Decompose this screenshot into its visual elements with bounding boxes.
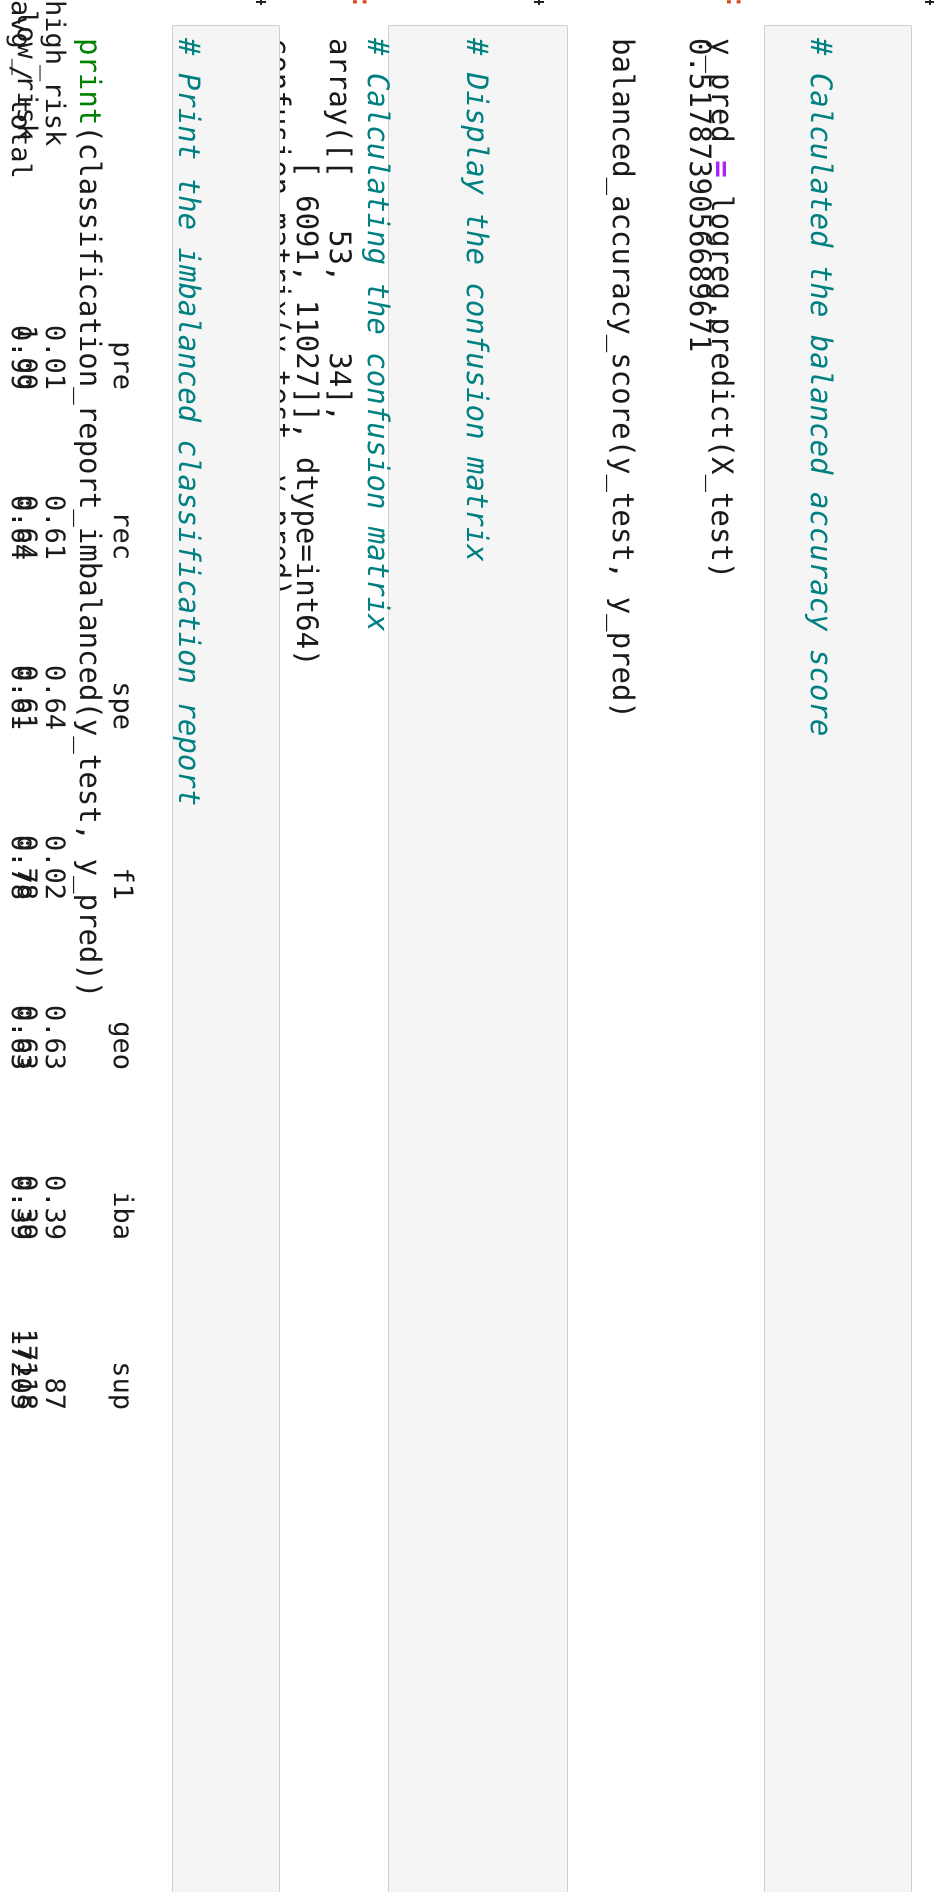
code-line: balanced_accuracy_score(y_test, y_pred) [606,38,640,1892]
code-text: balanced_accuracy_score(y_test, y_pred) [606,38,640,719]
report-cell: 87 [39,1377,70,1410]
notebook: # Calculated the balanced accuracy score… [0,0,934,1892]
code-line: # Print the imbalanced classification re… [172,38,206,1892]
report-row-label: avg / total [5,0,36,179]
cell-edge-icon [260,0,262,5]
report-row: avg / total 0.99 0.64 0.61 0.78 0.63 0.3… [5,0,36,1500]
code-cell-confusion-matrix[interactable]: # Display the confusion matrix # Calcula… [262,25,568,1892]
report-cell: 0.39 [39,1174,70,1240]
report-row: high_risk 0.01 0.61 0.64 0.02 0.63 0.39 … [39,0,70,1500]
code-line: print(classification_report_imbalanced(y… [73,38,107,1892]
code-cell-balanced-accuracy[interactable]: # Calculated the balanced accuracy score… [606,25,912,1892]
report-cell: 0.61 [39,494,70,560]
report-cell: 0.64 [39,664,70,730]
report-cell: 0.01 [39,324,70,390]
code-line: # Calculated the balanced accuracy score [804,38,838,1892]
report-avg-strip: avg / total 0.99 0.64 0.61 0.78 0.63 0.3… [0,0,40,1892]
report-col-header: sup [107,1361,138,1410]
report-col-header: rec [107,511,138,560]
report-cell: 0.63 [5,1004,36,1070]
report-cell: 0.63 [39,1004,70,1070]
report-col-header: spe [107,681,138,730]
report-cell: 0.39 [5,1174,36,1240]
code-line: # Calculating the confusion matrix [361,38,395,1892]
report-cell: 0.02 [39,834,70,900]
output-line: [ 6091, 11027]], dtype=int64) [290,38,324,667]
report-cell: 0.61 [5,664,36,730]
report-row-label: high_risk [39,0,70,147]
report-cell: 17205 [5,1328,36,1410]
report-cell: 0.99 [5,324,36,390]
code-comment: # Calculated the balanced accuracy score [804,38,838,737]
report-col-header: pre [107,341,138,390]
output-balanced-accuracy: 0.5178739056689671 [683,38,717,353]
code-line: # Display the confusion matrix [460,38,494,1892]
code-text: (classification_report_imbalanced(y_test… [73,125,107,999]
output-prompt-marker: : [346,0,376,10]
report-col-header: iba [107,1191,138,1240]
cell-edge-icon [929,0,931,5]
notebook-viewport: # Calculated the balanced accuracy score… [0,0,934,1892]
output-prompt-marker: : [720,0,750,10]
report-cell: 0.64 [5,494,36,560]
code-comment: # Display the confusion matrix [460,38,494,562]
code-comment: # Calculating the confusion matrix [361,38,395,632]
report-col-header: f1 [107,867,138,900]
code-cell-classification-report[interactable]: # Print the imbalanced classification re… [73,25,280,1892]
cell-edge-icon [538,0,540,5]
code-comment: # Print the imbalanced classification re… [172,38,206,807]
report-avg-row: avg / total 0.99 0.64 0.61 0.78 0.63 0.3… [0,0,40,1892]
output-line: array([[ 53, 34], [323,38,357,423]
output-confusion-matrix: array([[ 53, 34], [ 6091, 11027]], dtype… [290,38,357,667]
report-col-header: geo [107,1021,138,1070]
report-cell: 0.78 [5,834,36,900]
report-header: pre rec spe f1 geo iba sup [107,0,138,1500]
